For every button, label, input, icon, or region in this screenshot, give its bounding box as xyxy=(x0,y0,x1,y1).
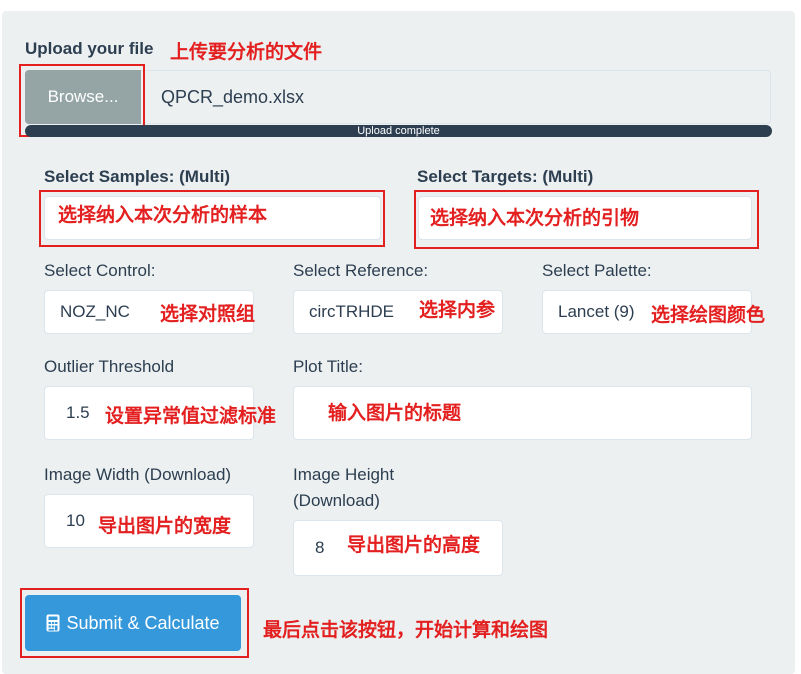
control-annotation: 选择对照组 xyxy=(160,303,256,325)
image-height-annotation: 导出图片的高度 xyxy=(347,534,481,556)
upload-label: Upload your file xyxy=(25,39,154,58)
upload-progress-bar: Upload complete xyxy=(25,125,772,137)
control-label: Select Control: xyxy=(44,261,156,280)
palette-value: Lancet (9) xyxy=(558,302,635,321)
targets-annotation: 选择纳入本次分析的引物 xyxy=(430,207,640,229)
file-name-field: QPCR_demo.xlsx xyxy=(161,87,305,107)
reference-label: Select Reference: xyxy=(293,261,429,280)
image-width-label: Image Width (Download) xyxy=(44,465,232,484)
image-height-label: Image Height (Download) xyxy=(293,462,394,514)
outlier-value: 1.5 xyxy=(66,403,90,422)
image-height-label-line1: Image Height xyxy=(293,465,395,484)
submit-highlight-box xyxy=(20,588,249,658)
samples-label: Select Samples: (Multi) xyxy=(44,167,231,186)
image-width-annotation: 导出图片的宽度 xyxy=(98,515,232,537)
image-width-value: 10 xyxy=(66,511,85,530)
reference-annotation: 选择内参 xyxy=(419,299,496,321)
upload-progress-text: Upload complete xyxy=(357,125,440,137)
plot-title-label: Plot Title: xyxy=(293,357,363,376)
upload-annotation: 上传要分析的文件 xyxy=(170,41,323,63)
samples-annotation: 选择纳入本次分析的样本 xyxy=(58,204,268,226)
control-value: NOZ_NC xyxy=(60,302,130,321)
submit-annotation: 最后点击该按钮，开始计算和绘图 xyxy=(263,619,549,641)
targets-label: Select Targets: (Multi) xyxy=(417,167,594,186)
reference-value: circTRHDE xyxy=(309,302,394,321)
image-height-label-line2: (Download) xyxy=(293,491,380,510)
outlier-annotation: 设置异常值过滤标准 xyxy=(105,405,277,427)
palette-label: Select Palette: xyxy=(542,261,652,280)
plot-title-annotation: 输入图片的标题 xyxy=(328,402,462,424)
palette-annotation: 选择绘图颜色 xyxy=(651,304,766,326)
image-height-value: 8 xyxy=(315,538,325,557)
outlier-label: Outlier Threshold xyxy=(44,357,175,376)
